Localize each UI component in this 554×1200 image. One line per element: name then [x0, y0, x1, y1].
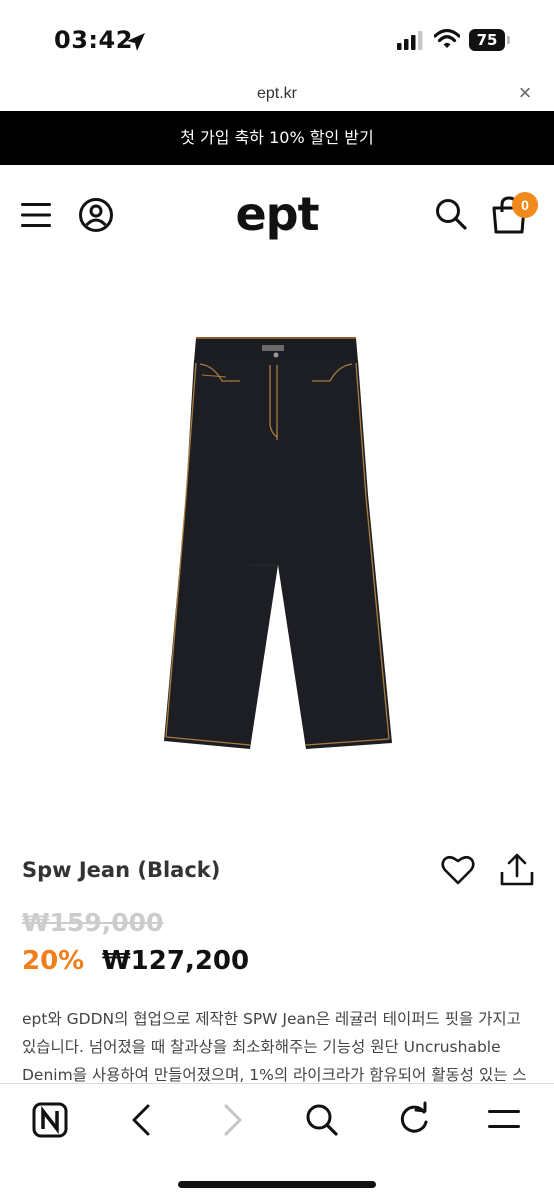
url-bar[interactable]: ept.kr ×	[0, 78, 554, 111]
product-description: ept와 GDDN의 협업으로 제작한 SPW Jean은 레귤러 테이퍼드 핏…	[22, 1005, 534, 1089]
forward-icon[interactable]	[212, 1100, 252, 1140]
search-icon[interactable]	[302, 1100, 342, 1140]
battery-level: 75	[469, 29, 505, 51]
battery-tip	[507, 36, 510, 44]
site-logo[interactable]: ept	[0, 187, 554, 241]
sale-price: ₩127,200	[102, 946, 250, 976]
status-time: 03:42	[54, 26, 133, 54]
product-title: Spw Jean (Black)	[22, 858, 221, 882]
cart-count-badge[interactable]: 0	[512, 192, 538, 218]
menu-icon[interactable]	[484, 1100, 524, 1140]
discount-rate: 20%	[22, 946, 85, 976]
status-bar: 03:42 75	[0, 0, 554, 78]
location-arrow-icon	[127, 33, 145, 51]
back-icon[interactable]	[122, 1100, 162, 1140]
url-text[interactable]: ept.kr	[0, 85, 554, 103]
battery-icon: 75	[469, 29, 511, 51]
original-price: ₩159,000	[22, 908, 164, 937]
product-image[interactable]	[0, 265, 554, 825]
wifi-icon	[434, 28, 460, 48]
site-header: ept	[0, 165, 554, 265]
description-line: ept와 GDDN의 협업으로 제작한 SPW Jean은 레귤러 테이퍼드 핏…	[22, 1010, 521, 1028]
search-icon[interactable]	[434, 197, 468, 231]
close-icon[interactable]: ×	[514, 82, 536, 104]
cellular-signal-icon	[397, 31, 423, 50]
naver-icon[interactable]	[30, 1100, 70, 1140]
heart-icon[interactable]	[440, 852, 476, 888]
reload-icon[interactable]	[394, 1100, 434, 1140]
share-icon[interactable]	[498, 852, 536, 888]
home-indicator[interactable]	[178, 1181, 376, 1188]
description-line: 있습니다. 넘어졌을 때 찰과상을 최소화해주는 기능성 원단 Uncrusha…	[22, 1038, 501, 1056]
promo-banner[interactable]: 첫 가입 축하 10% 할인 받기	[0, 111, 554, 165]
